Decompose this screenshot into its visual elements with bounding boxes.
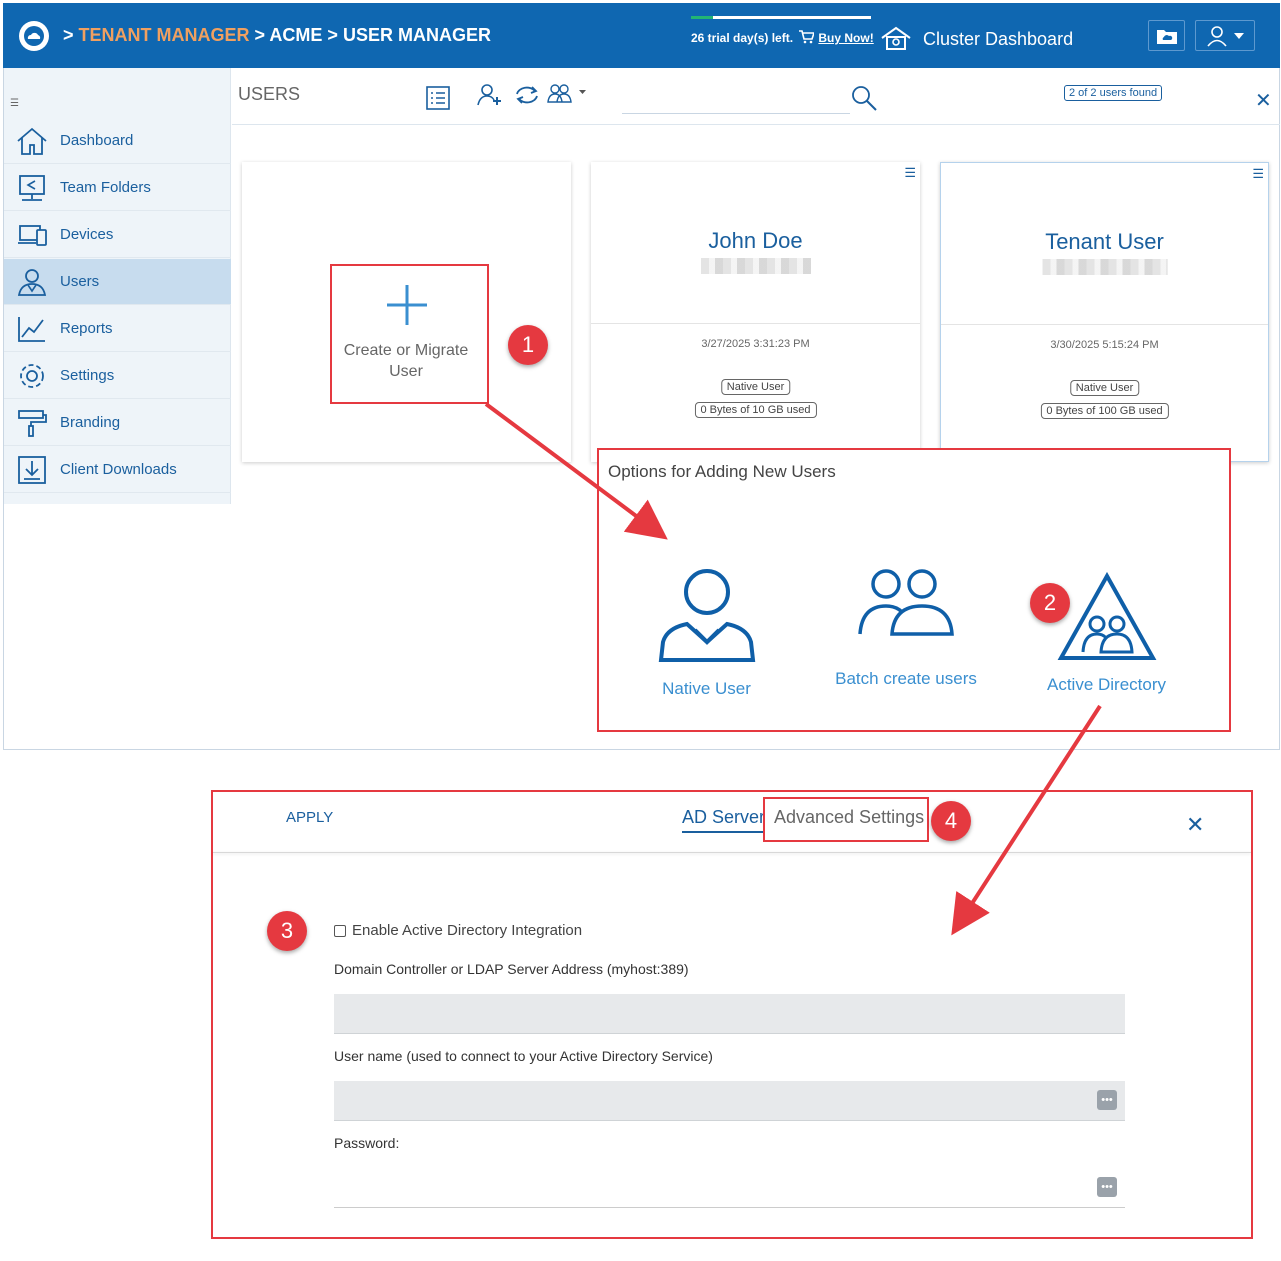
annotation-arrow-2 xyxy=(951,704,1102,936)
annotation-arrows xyxy=(484,402,1102,936)
annotation-arrow-1 xyxy=(484,402,668,540)
